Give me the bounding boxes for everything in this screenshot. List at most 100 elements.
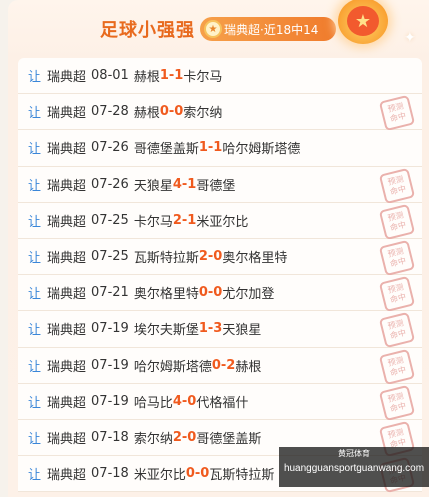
panel-header: 足球小强强 瑞典超·近18中14 ★ ★ ✦	[8, 0, 429, 58]
home-team: 赫根	[133, 70, 160, 86]
league-name: 瑞典超	[47, 70, 87, 86]
league-name: 瑞典超	[47, 395, 87, 411]
match-date: 07-28	[91, 104, 129, 120]
match-date: 07-25	[91, 212, 129, 228]
away-score: 3	[213, 321, 223, 337]
hit-stamp-icon: 预测命中	[378, 384, 416, 421]
stamp-text: 命中	[389, 111, 407, 124]
watermark-url: huangguansportguanwang.com	[283, 463, 425, 474]
handicap-label: 让	[28, 323, 42, 339]
away-team: 赫根	[235, 359, 262, 375]
league-name: 瑞典超	[47, 359, 87, 375]
home-score: 4	[172, 393, 182, 409]
league-name: 瑞典超	[47, 178, 87, 194]
match-date: 08-01	[91, 68, 129, 84]
list-item[interactable]: 让瑞典超 07-28 赫根 0 - 0 索尔纳 预测 命中	[18, 94, 422, 132]
away-score: 1	[187, 212, 197, 228]
hit-stamp-icon: 预测命中	[378, 348, 416, 385]
hit-stamp-icon: 预测命中	[378, 312, 416, 349]
away-score: 1	[187, 176, 197, 192]
league-name: 瑞典超	[47, 251, 87, 267]
home-score: 0	[211, 357, 221, 373]
handicap-label: 让	[28, 178, 42, 194]
away-score: 0	[187, 393, 197, 409]
away-score: 1	[213, 140, 223, 156]
handicap-label: 让	[28, 70, 42, 86]
away-score: 0	[174, 104, 184, 120]
list-item[interactable]: 让瑞典超 07-19 哈尔姆斯塔德 0 - 2 赫根 预测 命中	[18, 347, 422, 385]
away-team: 哥德堡	[196, 178, 236, 194]
league-name: 瑞典超	[47, 431, 87, 447]
match-date: 07-18	[91, 466, 129, 482]
home-team: 赫根	[133, 106, 160, 122]
watermark: 黄冠体育 huangguansportguanwang.com	[279, 447, 429, 487]
hit-stamp-icon: 预测命中	[378, 275, 416, 313]
list-item[interactable]: 让瑞典超 07-25 卡尔马 2 - 1 米亚尔比 预测 命中	[18, 202, 422, 240]
star-icon: ★	[204, 20, 222, 38]
list-item[interactable]: 让瑞典超 07-25 瓦斯特拉斯 2 - 0 奥尔格里特 预测 命中	[18, 238, 422, 277]
home-score: 0	[159, 104, 169, 120]
league-name: 瑞典超	[47, 468, 87, 484]
hit-stamp-icon: 预测命中	[378, 167, 416, 204]
league-name: 瑞典超	[47, 287, 87, 303]
away-score: 0	[200, 466, 210, 482]
home-team: 索尔纳	[133, 431, 173, 447]
away-team: 尤尔加登	[222, 287, 275, 303]
league-name: 瑞典超	[47, 106, 87, 122]
sparkle-icon: ✦	[404, 30, 416, 46]
handicap-label: 让	[28, 251, 42, 267]
list-item[interactable]: 让瑞典超 07-19 埃尔夫斯堡 1 - 3 天狼星 预测 命中	[18, 311, 422, 349]
watermark-top: 黄冠体育	[338, 449, 370, 458]
match-date: 07-18	[91, 429, 129, 445]
league-name: 瑞典超	[47, 214, 87, 230]
home-team: 哈马比	[133, 395, 173, 411]
league-name: 瑞典超	[47, 142, 87, 158]
handicap-label: 让	[28, 395, 42, 411]
list-item[interactable]: 让瑞典超 07-26 哥德堡盖斯 1 - 1 哈尔姆斯塔德	[18, 130, 422, 167]
away-team: 卡尔马	[183, 70, 223, 86]
home-score: 4	[172, 176, 182, 192]
home-score: 1	[198, 140, 208, 156]
home-team: 埃尔夫斯堡	[133, 323, 199, 339]
home-score: 2	[172, 429, 182, 445]
hit-stamp-icon: 预测命中	[378, 203, 416, 240]
away-team: 米亚尔比	[196, 214, 249, 230]
match-date: 07-26	[91, 140, 129, 156]
match-date: 07-26	[91, 176, 129, 192]
handicap-label: 让	[28, 468, 42, 484]
home-score: 0	[198, 285, 208, 301]
stamp-text: 命中	[389, 256, 407, 269]
expert-name: 足球小强强	[100, 20, 195, 41]
away-score: 2	[226, 357, 236, 373]
handicap-label: 让	[28, 106, 42, 122]
stamp-text: 命中	[389, 328, 407, 341]
list-item[interactable]: 让瑞典超 07-26 天狼星 4 - 1 哥德堡 预测 命中	[18, 166, 422, 204]
list-item[interactable]: 让瑞典超 08-01 赫根 1 - 1 卡尔马	[18, 58, 422, 95]
match-date: 07-19	[91, 321, 129, 337]
home-team: 卡尔马	[133, 214, 173, 230]
hit-stamp-icon: 预测命中	[378, 95, 416, 132]
away-score: 0	[187, 429, 197, 445]
medal-icon: ★	[334, 0, 394, 48]
match-date: 07-25	[91, 249, 129, 265]
away-team: 索尔纳	[183, 106, 223, 122]
away-team: 瓦斯特拉斯	[209, 468, 275, 484]
list-item[interactable]: 让瑞典超 07-21 奥尔格里特 0 - 0 尤尔加登 预测 命中	[18, 275, 422, 313]
away-team: 奥尔格里特	[222, 251, 288, 267]
home-score: 1	[159, 68, 169, 84]
match-date: 07-19	[91, 393, 129, 409]
league-name: 瑞典超	[47, 323, 87, 339]
handicap-label: 让	[28, 142, 42, 158]
away-score: 1	[174, 68, 184, 84]
list-item[interactable]: 让瑞典超 07-19 哈马比 4 - 0 代格福什 预测 命中	[18, 383, 422, 421]
home-team: 奥尔格里特	[133, 287, 199, 303]
home-score: 0	[185, 466, 195, 482]
match-date: 07-21	[91, 285, 129, 301]
home-team: 米亚尔比	[133, 468, 186, 484]
prediction-list: 让瑞典超 08-01 赫根 1 - 1 卡尔马让瑞典超 07-28 赫根 0 - 0 索尔纳 预测…	[18, 58, 422, 494]
away-team: 哈尔姆斯塔德	[222, 142, 301, 158]
away-team: 哥德堡盖斯	[196, 431, 262, 447]
home-score: 2	[172, 212, 182, 228]
home-score: 2	[198, 249, 208, 265]
stamp-text: 命中	[389, 292, 407, 305]
